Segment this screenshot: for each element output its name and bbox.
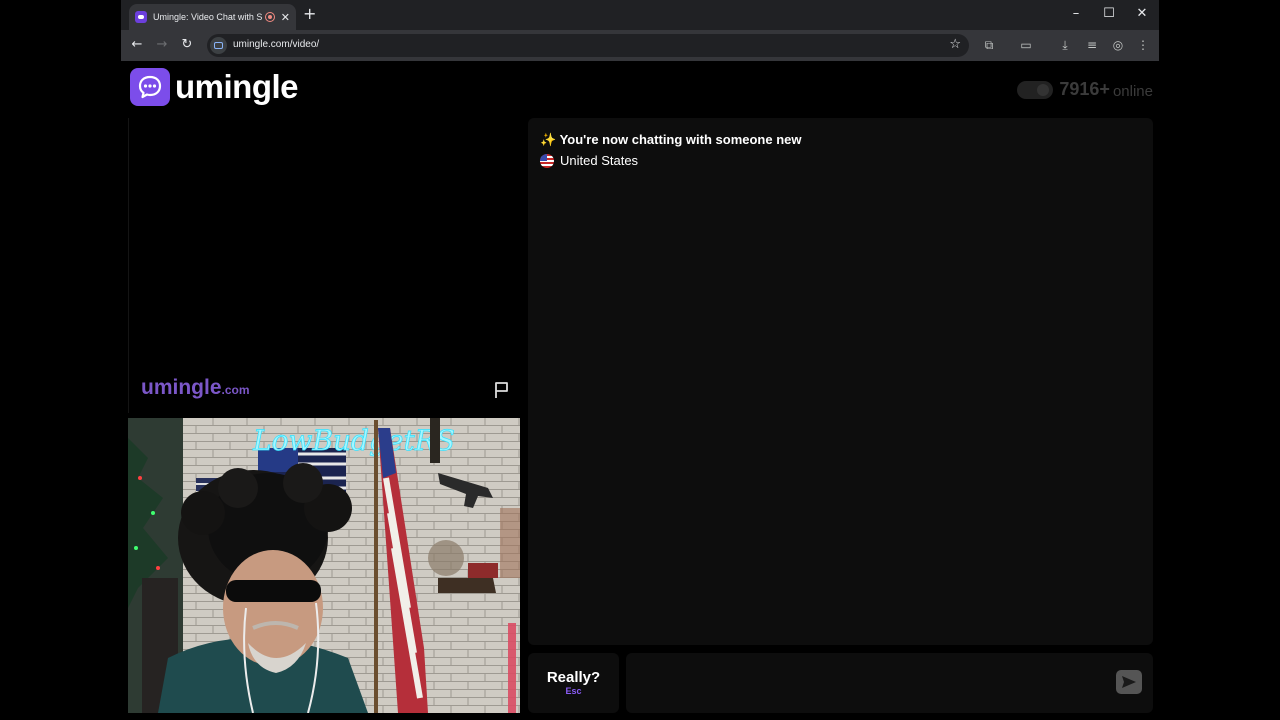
page-content: umingle 7916+ online umingle.com LowBudg…	[121, 61, 1159, 720]
chat-log: ✨ You're now chatting with someone new U…	[528, 118, 1153, 645]
window-close-icon[interactable]: ✕	[1132, 6, 1152, 22]
skip-button[interactable]: Really? Esc	[528, 653, 619, 713]
tab-title: Umingle: Video Chat with S	[153, 12, 263, 22]
site-logo[interactable]: umingle	[130, 68, 299, 106]
new-tab-icon[interactable]: +	[303, 6, 316, 22]
chat-bubble-logo-icon	[130, 68, 170, 106]
back-arrow-icon[interactable]: ←	[128, 37, 146, 53]
url-text[interactable]: umingle.com/video/	[233, 39, 319, 50]
skip-button-label: Really?	[546, 669, 601, 686]
extensions-icon[interactable]: ⧉	[980, 37, 998, 53]
chat-status-line: ✨ You're now chatting with someone new	[540, 132, 802, 148]
recording-indicator-icon	[264, 12, 275, 22]
online-toggle[interactable]	[1017, 80, 1054, 99]
browser-toolbar: ← → ↻ umingle.com/video/ ☆ ⧉ ▭ ⤓ ≡ ◎ ⋮	[121, 30, 1159, 61]
download-icon[interactable]: ⤓	[1056, 37, 1074, 53]
cast-icon[interactable]: ▭	[1017, 37, 1035, 53]
tab-close-icon[interactable]: ✕	[281, 11, 290, 24]
sparkles-icon: ✨	[540, 132, 557, 147]
profile-icon[interactable]: ◎	[1109, 37, 1127, 53]
maximize-icon[interactable]: ☐	[1099, 6, 1119, 22]
self-video: LowBudgetRS	[128, 418, 520, 713]
partner-location: United States	[540, 153, 638, 168]
send-button[interactable]	[1116, 670, 1142, 694]
stranger-video: umingle.com	[128, 118, 521, 413]
online-indicator: 7916+ online	[1017, 79, 1153, 100]
browser-window: Umingle: Video Chat with S ✕ + – ☐ ✕ ← →…	[121, 0, 1159, 720]
skip-shortcut-hint: Esc	[565, 686, 582, 696]
watermark-tld: .com	[221, 383, 250, 397]
tab-strip: Umingle: Video Chat with S ✕ + – ☐ ✕	[121, 0, 1159, 30]
site-info-icon[interactable]	[210, 37, 227, 54]
send-arrow-icon	[1122, 676, 1136, 688]
video-watermark: umingle.com	[141, 376, 250, 400]
partner-country: United States	[560, 153, 639, 168]
browser-tab[interactable]: Umingle: Video Chat with S ✕	[129, 4, 296, 30]
media-control-icon[interactable]: ≡	[1083, 37, 1101, 53]
message-composer	[626, 653, 1153, 713]
address-bar[interactable]: umingle.com/video/ ☆	[207, 34, 969, 57]
neon-sign-text: LowBudgetRS	[252, 424, 455, 457]
online-count: 7916+	[1059, 79, 1110, 99]
bookmark-star-icon[interactable]: ☆	[949, 37, 961, 52]
online-label: online	[1112, 82, 1153, 100]
message-input[interactable]	[636, 667, 1106, 699]
umingle-favicon-icon	[135, 11, 147, 23]
report-flag-icon[interactable]	[492, 380, 512, 400]
watermark-name: umingle	[141, 376, 222, 399]
webcam-feed-image: LowBudgetRS	[128, 418, 520, 713]
us-flag-icon	[540, 153, 554, 168]
chat-status-message: You're now chatting with someone new	[559, 132, 802, 147]
more-menu-icon[interactable]: ⋮	[1134, 37, 1152, 53]
forward-arrow-icon[interactable]: →	[153, 37, 171, 53]
logo-text: umingle	[175, 68, 299, 105]
reload-icon[interactable]: ↻	[178, 37, 196, 53]
minimize-icon[interactable]: –	[1066, 6, 1086, 22]
